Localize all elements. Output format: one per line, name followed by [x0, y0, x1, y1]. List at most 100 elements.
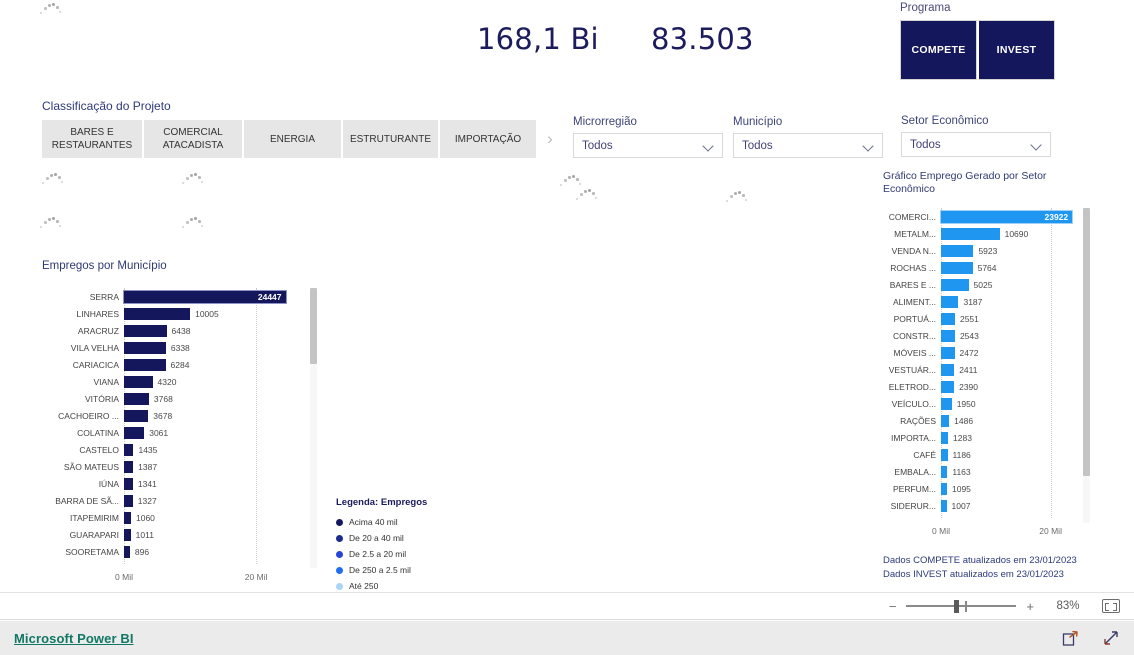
classificacao-tab-3[interactable]: ESTRUTURANTE [343, 120, 440, 158]
bar-row[interactable]: VEÍCULO... 1950 [883, 395, 1089, 412]
bar-row[interactable]: PORTUÁ... 2551 [883, 310, 1089, 327]
legend-item[interactable]: De 2.5 a 20 mil [336, 546, 427, 562]
bar-track: 2543 [941, 327, 1089, 344]
bar-fill[interactable] [941, 346, 955, 359]
share-icon[interactable] [1062, 629, 1080, 647]
scrollbar-thumb[interactable] [1083, 208, 1090, 476]
bar-fill[interactable] [124, 494, 133, 507]
bar-fill[interactable] [941, 465, 948, 478]
loading-spinner-icon [40, 216, 62, 230]
bar-row[interactable]: VESTUÁR... 2411 [883, 361, 1089, 378]
bar-fill[interactable] [941, 278, 969, 291]
zoom-out-button[interactable]: − [885, 599, 901, 614]
bar-row[interactable]: CAFÉ 1186 [883, 446, 1089, 463]
bar-fill[interactable] [941, 295, 959, 308]
bar-row[interactable]: VIANA 4320 [42, 373, 309, 390]
bar-fill[interactable] [941, 363, 955, 376]
bar-fill[interactable] [941, 261, 973, 274]
bar-fill[interactable] [124, 528, 131, 541]
bar-row[interactable]: LINHARES 10005 [42, 305, 309, 322]
bar-row[interactable]: IÚNA 1341 [42, 475, 309, 492]
bar-row[interactable]: ARACRUZ 6438 [42, 322, 309, 339]
bar-row[interactable]: RAÇÕES 1486 [883, 412, 1089, 429]
slicer-setor-economico-dropdown[interactable]: Todos [901, 132, 1051, 157]
legend-item[interactable]: Acima 40 mil [336, 514, 427, 530]
bar-row[interactable]: CASTELO 1435 [42, 441, 309, 458]
programa-button-compete[interactable]: COMPETE [900, 20, 977, 80]
bar-row[interactable]: GUARAPARI 1011 [42, 526, 309, 543]
bar-fill[interactable] [941, 482, 947, 495]
bar-fill[interactable] [124, 307, 191, 320]
bar-row[interactable]: CONSTR... 2543 [883, 327, 1089, 344]
bar-fill[interactable] [941, 380, 955, 393]
bar-fill[interactable] [941, 448, 948, 461]
bar-row[interactable]: CARIACICA 6284 [42, 356, 309, 373]
bar-fill[interactable] [124, 375, 153, 388]
bar-fill[interactable] [124, 511, 131, 524]
chevron-right-icon[interactable]: › [540, 120, 560, 158]
bar-fill[interactable] [124, 460, 134, 473]
bar-fill[interactable] [124, 341, 166, 354]
classificacao-tab-2[interactable]: ENERGIA [244, 120, 343, 158]
scrollbar-thumb[interactable] [310, 288, 317, 364]
bar-row[interactable]: ROCHAS ... 5764 [883, 259, 1089, 276]
classificacao-tab-4[interactable]: IMPORTAÇÃO [440, 120, 536, 158]
bar-fill[interactable] [941, 499, 947, 512]
bar-row[interactable]: MÓVEIS ... 2472 [883, 344, 1089, 361]
bar-fill[interactable] [124, 324, 167, 337]
bar-row[interactable]: COLATINA 3061 [42, 424, 309, 441]
bar-fill[interactable] [941, 329, 955, 342]
bar-row[interactable]: BARES E ... 5025 [883, 276, 1089, 293]
bar-fill[interactable] [941, 397, 952, 410]
bar-fill[interactable] [124, 443, 134, 456]
slicer-microrregiao-dropdown[interactable]: Todos [573, 133, 723, 158]
bar-fill[interactable] [124, 477, 133, 490]
classificacao-tab-0[interactable]: BARES E RESTAURANTES [42, 120, 144, 158]
legend-item[interactable]: De 250 a 2.5 mil [336, 562, 427, 578]
bar-row[interactable]: ALIMENT... 3187 [883, 293, 1089, 310]
legend-item[interactable]: De 20 a 40 mil [336, 530, 427, 546]
classificacao-do-projeto-slicer: Classificação do Projeto BARES E RESTAUR… [42, 99, 560, 158]
bar-row[interactable]: SERRA 24447 [42, 288, 309, 305]
bar-fill[interactable] [941, 244, 974, 257]
bar-fill[interactable] [941, 431, 949, 444]
grafico-emprego-gerado-por-setor-economico-scrollbar[interactable] [1083, 208, 1090, 523]
bar-row[interactable]: COMERCI... 23922 [883, 208, 1089, 225]
bar-row[interactable]: PERFUM... 1095 [883, 480, 1089, 497]
bar-row[interactable]: ITAPEMIRIM 1060 [42, 509, 309, 526]
bar-track: 1163 [941, 463, 1089, 480]
bar-row[interactable]: ELETROD... 2390 [883, 378, 1089, 395]
bar-category-label: ELETROD... [888, 381, 936, 392]
bar-row[interactable]: CACHOEIRO ... 3678 [42, 407, 309, 424]
zoom-in-button[interactable]: + [1022, 599, 1038, 614]
programa-button-invest[interactable]: INVEST [977, 20, 1055, 80]
bar-row[interactable]: IMPORTA... 1283 [883, 429, 1089, 446]
bar-row[interactable]: VITÓRIA 3768 [42, 390, 309, 407]
zoom-slider-thumb[interactable] [954, 600, 960, 613]
bar-row[interactable]: SÃO MATEUS 1387 [42, 458, 309, 475]
zoom-slider[interactable] [906, 599, 1017, 613]
bar-fill[interactable] [124, 409, 149, 422]
bar-row[interactable]: METALM... 10690 [883, 225, 1089, 242]
bar-fill[interactable] [124, 426, 145, 439]
bar-fill[interactable] [124, 358, 166, 371]
bar-track: 1007 [941, 497, 1089, 514]
bar-fill[interactable] [941, 227, 1000, 240]
fit-to-page-icon[interactable] [1102, 599, 1120, 613]
bar-fill[interactable] [124, 545, 130, 558]
bar-row[interactable]: SIDERUR... 1007 [883, 497, 1089, 514]
classificacao-tab-1[interactable]: COMERCIAL ATACADISTA [144, 120, 244, 158]
empregos-por-municipio-plot-area: SERRA 24447 LINHARES 10005 ARACRUZ 6438 VILA V… [42, 288, 309, 564]
slicer-municipio-dropdown[interactable]: Todos [733, 133, 883, 158]
bar-row[interactable]: EMBALA... 1163 [883, 463, 1089, 480]
bar-row[interactable]: VILA VELHA 6338 [42, 339, 309, 356]
microsoft-power-bi-link[interactable]: Microsoft Power BI [14, 631, 134, 646]
bar-fill[interactable] [941, 414, 950, 427]
bar-fill[interactable] [941, 312, 955, 325]
bar-row[interactable]: VENDA N... 5923 [883, 242, 1089, 259]
fullscreen-icon[interactable] [1102, 629, 1120, 647]
empregos-por-municipio-scrollbar[interactable] [310, 288, 317, 568]
bar-fill[interactable] [124, 392, 149, 405]
bar-row[interactable]: SOORETAMA 896 [42, 543, 309, 560]
bar-row[interactable]: BARRA DE SÃ... 1327 [42, 492, 309, 509]
